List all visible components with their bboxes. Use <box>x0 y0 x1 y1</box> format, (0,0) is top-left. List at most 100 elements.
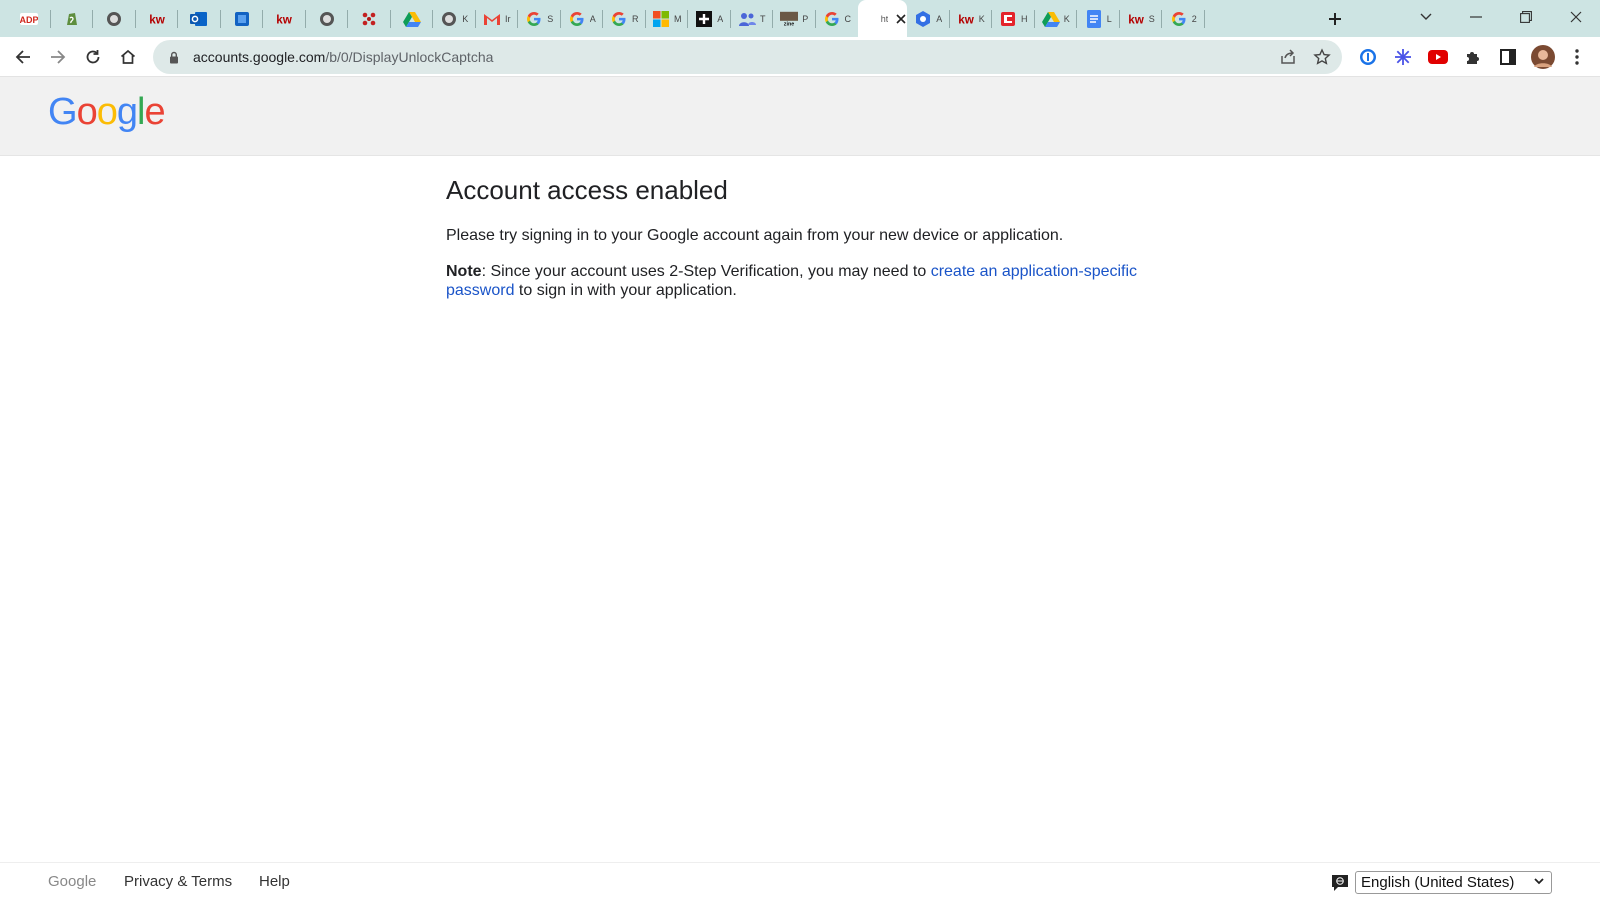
tab-title: S <box>1148 13 1155 24</box>
browser-tab[interactable]: 2 <box>1162 0 1205 37</box>
tab-title: 2 <box>1191 13 1197 24</box>
profile-avatar[interactable] <box>1529 43 1557 71</box>
docs-icon <box>1085 9 1103 28</box>
url-host: accounts.google.com <box>193 49 326 65</box>
close-tab-icon[interactable] <box>896 11 906 27</box>
browser-tab[interactable] <box>178 0 221 37</box>
google-logo-letter: e <box>144 91 165 133</box>
minimize-icon <box>1470 16 1482 18</box>
browser-tab[interactable] <box>391 0 433 37</box>
browser-tab[interactable]: T <box>731 0 773 37</box>
browser-tab[interactable]: K <box>433 0 476 37</box>
c-icon <box>999 10 1017 28</box>
browser-tab[interactable]: A <box>688 0 731 37</box>
browser-tab[interactable]: K <box>1035 0 1077 37</box>
chrome-web-icon <box>914 10 932 28</box>
new-tab-button[interactable] <box>1322 6 1348 32</box>
kw-icon: kw <box>148 10 166 28</box>
browser-tab[interactable]: zine P <box>773 0 816 37</box>
google-logo-letter: g <box>116 91 138 133</box>
language-select-value: English (United States) <box>1361 874 1515 891</box>
tab-search-button[interactable] <box>1402 0 1450 34</box>
note-paragraph: Note: Since your account uses 2-Step Ver… <box>446 262 1166 300</box>
gmail-icon <box>483 10 501 28</box>
browser-tab[interactable]: S <box>518 0 561 37</box>
browser-tab[interactable] <box>348 0 391 37</box>
browser-tab[interactable]: L <box>1077 0 1120 37</box>
google-logo-letter: G <box>48 91 78 133</box>
footer-privacy-terms-link[interactable]: Privacy & Terms <box>124 873 232 890</box>
browser-tab[interactable]: A <box>907 0 950 37</box>
reload-button[interactable] <box>79 43 107 71</box>
address-bar[interactable]: accounts.google.com/b/0/DisplayUnlockCap… <box>153 40 1342 74</box>
home-button[interactable] <box>114 43 142 71</box>
browser-tab[interactable]: H <box>992 0 1035 37</box>
google-icon <box>1170 10 1188 28</box>
browser-tab[interactable]: kw <box>263 0 306 37</box>
browser-tab[interactable] <box>221 0 263 37</box>
restore-icon <box>1520 11 1532 23</box>
language-select[interactable]: English (United States) <box>1355 871 1552 894</box>
share-button[interactable] <box>1274 43 1302 71</box>
tab-title: A <box>717 13 724 24</box>
google-icon <box>568 10 586 28</box>
footer-google: Google <box>48 873 97 890</box>
browser-tab[interactable]: Ir <box>476 0 518 37</box>
chevron-down-icon <box>1533 875 1545 890</box>
snowflake-extension[interactable] <box>1389 43 1417 71</box>
minimize-button[interactable] <box>1452 0 1500 34</box>
snowflake-icon <box>1395 49 1411 65</box>
tab-title: K <box>462 13 469 24</box>
tab-title: H <box>1021 13 1028 24</box>
browser-tab[interactable]: M <box>646 0 688 37</box>
forward-button[interactable] <box>44 43 72 71</box>
youtube-extension[interactable] <box>1424 43 1452 71</box>
bookmark-star-button[interactable] <box>1308 43 1336 71</box>
page-title: Account access enabled <box>446 175 728 205</box>
google-icon <box>610 10 628 28</box>
kebab-menu-icon <box>1575 49 1579 65</box>
note-text-end: to sign in with your application. <box>514 282 737 299</box>
globe-icon <box>440 10 458 28</box>
kw-icon: kw <box>1127 10 1145 28</box>
password-manager-extension[interactable] <box>1354 43 1382 71</box>
outlook-icon <box>190 10 208 28</box>
google-logo-letter: o <box>76 91 98 133</box>
tab-separator <box>1203 10 1205 28</box>
google-icon <box>525 10 543 28</box>
browser-tab[interactable]: kw K <box>950 0 992 37</box>
side-panel-icon <box>1500 49 1516 65</box>
browser-tab[interactable] <box>306 0 348 37</box>
share-icon <box>1281 49 1295 64</box>
browser-tab[interactable]: R <box>603 0 646 37</box>
browser-tab-active[interactable]: ht <box>858 0 907 38</box>
google-header: Google <box>0 77 1600 156</box>
extensions-button[interactable] <box>1459 43 1487 71</box>
star-icon <box>1313 48 1331 65</box>
svg-text:ADP: ADP <box>20 15 38 25</box>
tab-title: A <box>589 13 596 24</box>
language-icon <box>1330 873 1350 893</box>
plus-box-icon <box>695 10 713 28</box>
tab-title: A <box>936 13 943 24</box>
browser-tab[interactable] <box>93 0 136 37</box>
side-panel-button[interactable] <box>1494 43 1522 71</box>
browser-tab[interactable]: A <box>561 0 603 37</box>
restore-button[interactable] <box>1502 0 1550 34</box>
avatar-icon <box>1531 45 1555 69</box>
browser-menu-button[interactable] <box>1563 43 1591 71</box>
tab-title: S <box>547 13 554 24</box>
browser-tab[interactable] <box>51 0 93 37</box>
footer-help-link[interactable]: Help <box>259 873 290 890</box>
browser-tab[interactable]: C <box>816 0 859 37</box>
tab-title: K <box>978 13 985 24</box>
browser-tab[interactable]: kw S <box>1120 0 1162 37</box>
kw-icon: kw <box>275 10 293 28</box>
back-button[interactable] <box>9 43 37 71</box>
close-window-button[interactable] <box>1552 0 1600 34</box>
tab-title: L <box>1106 13 1112 24</box>
browser-tab[interactable]: ADP <box>8 0 51 37</box>
puzzle-piece-icon <box>1467 52 1479 64</box>
browser-tab[interactable]: kw <box>136 0 178 37</box>
blank-icon <box>859 10 877 28</box>
